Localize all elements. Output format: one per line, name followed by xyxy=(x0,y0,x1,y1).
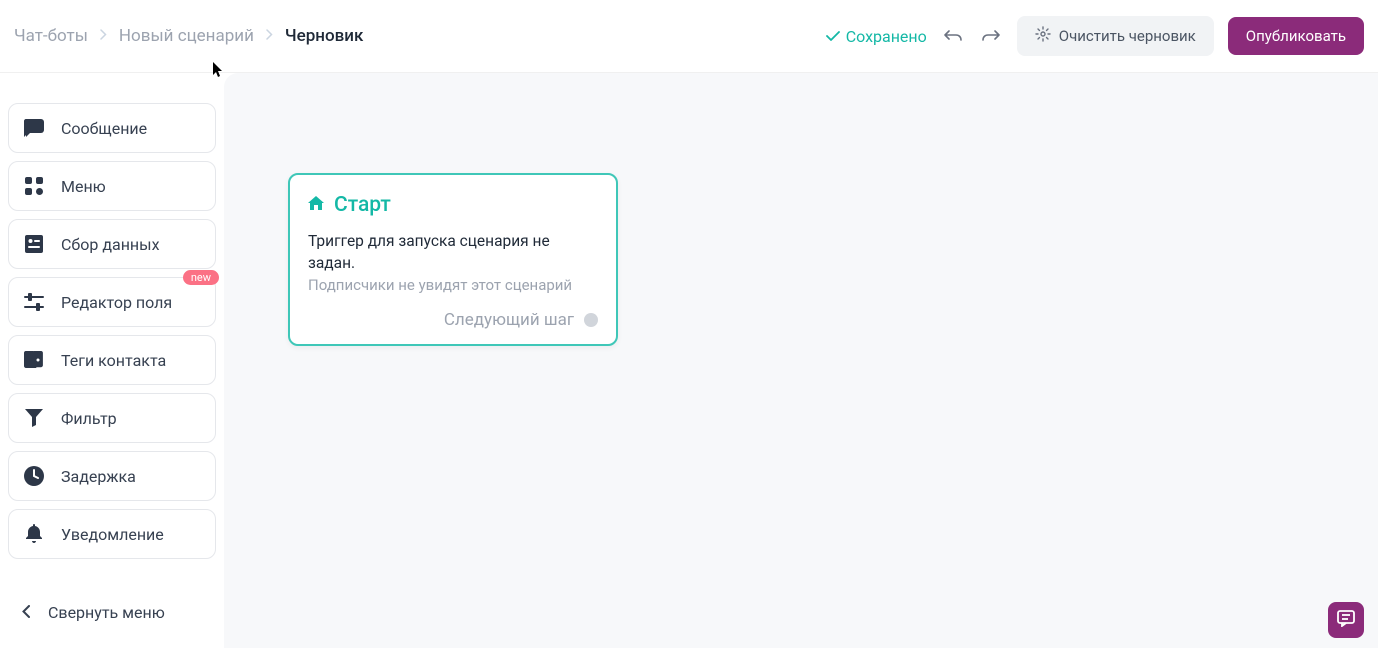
sidebar-item-label: Задержка xyxy=(61,467,136,486)
breadcrumb-chatbots[interactable]: Чат-боты xyxy=(14,26,88,46)
start-node-subscribers-text: Подписчики не увидят этот сценарий xyxy=(308,276,598,294)
start-node-title: Старт xyxy=(334,193,391,217)
sidebar-item-label: Меню xyxy=(61,177,106,196)
connector-dot-icon[interactable] xyxy=(584,313,598,327)
sidebar-item-label: Уведомление xyxy=(61,525,164,544)
slider-icon xyxy=(23,291,45,313)
collapse-menu-button[interactable]: Свернуть меню xyxy=(8,591,216,634)
sidebar-item-datacollect[interactable]: Сбор данных xyxy=(8,219,216,269)
saved-label: Сохранено xyxy=(846,27,927,46)
next-step-label: Следующий шаг xyxy=(444,310,574,330)
new-badge: new xyxy=(183,270,219,285)
mouse-cursor-icon xyxy=(213,62,225,78)
home-icon xyxy=(308,193,324,217)
header: Чат-боты Новый сценарий Черновик Сохране… xyxy=(0,0,1378,73)
grid-icon xyxy=(23,175,45,197)
breadcrumb-draft: Черновик xyxy=(285,26,364,46)
canvas[interactable]: Старт Триггер для запуска сценария не за… xyxy=(224,73,1378,648)
bell-icon xyxy=(23,523,45,545)
sidebar-item-label: Сбор данных xyxy=(61,235,160,254)
check-icon xyxy=(826,27,840,46)
start-node-title-row: Старт xyxy=(308,193,598,217)
clear-draft-label: Очистить черновик xyxy=(1059,27,1196,45)
header-actions: Сохранено Очистить черновик Опубликовать xyxy=(826,16,1364,56)
start-node-trigger-text: Триггер для запуска сценария не задан. xyxy=(308,231,598,274)
sidebar-item-delay[interactable]: Задержка xyxy=(8,451,216,501)
chevron-right-icon xyxy=(266,28,273,44)
sidebar: Сообщение Меню Сбор данных Редактор поля xyxy=(0,73,224,648)
undo-button[interactable] xyxy=(941,24,965,48)
tag-icon xyxy=(23,349,45,371)
sidebar-item-filter[interactable]: Фильтр xyxy=(8,393,216,443)
next-step[interactable]: Следующий шаг xyxy=(308,310,598,330)
chat-fab-button[interactable] xyxy=(1328,602,1364,638)
sidebar-item-tags[interactable]: Теги контакта xyxy=(8,335,216,385)
clear-draft-button[interactable]: Очистить черновик xyxy=(1017,16,1214,56)
message-icon xyxy=(23,117,45,139)
sidebar-item-field-editor[interactable]: Редактор поля new xyxy=(8,277,216,327)
chat-icon xyxy=(1337,609,1355,631)
sidebar-item-label: Сообщение xyxy=(61,119,147,138)
breadcrumb: Чат-боты Новый сценарий Черновик xyxy=(14,26,363,46)
redo-button[interactable] xyxy=(979,24,1003,48)
publish-label: Опубликовать xyxy=(1246,27,1346,45)
saved-status: Сохранено xyxy=(826,27,927,46)
collapse-label: Свернуть меню xyxy=(48,603,165,622)
clock-icon xyxy=(23,465,45,487)
sidebar-item-notification[interactable]: Уведомление xyxy=(8,509,216,559)
sidebar-item-label: Теги контакта xyxy=(61,351,166,370)
sidebar-item-label: Фильтр xyxy=(61,409,117,428)
sidebar-item-label: Редактор поля xyxy=(61,293,172,312)
form-icon xyxy=(23,233,45,255)
sidebar-item-menu[interactable]: Меню xyxy=(8,161,216,211)
chevron-right-icon xyxy=(100,28,107,44)
start-node[interactable]: Старт Триггер для запуска сценария не за… xyxy=(288,173,618,346)
wand-icon xyxy=(1035,26,1051,46)
funnel-icon xyxy=(23,407,45,429)
sidebar-item-message[interactable]: Сообщение xyxy=(8,103,216,153)
breadcrumb-new-scenario[interactable]: Новый сценарий xyxy=(119,26,254,46)
publish-button[interactable]: Опубликовать xyxy=(1228,17,1364,55)
chevron-left-icon xyxy=(22,603,30,622)
